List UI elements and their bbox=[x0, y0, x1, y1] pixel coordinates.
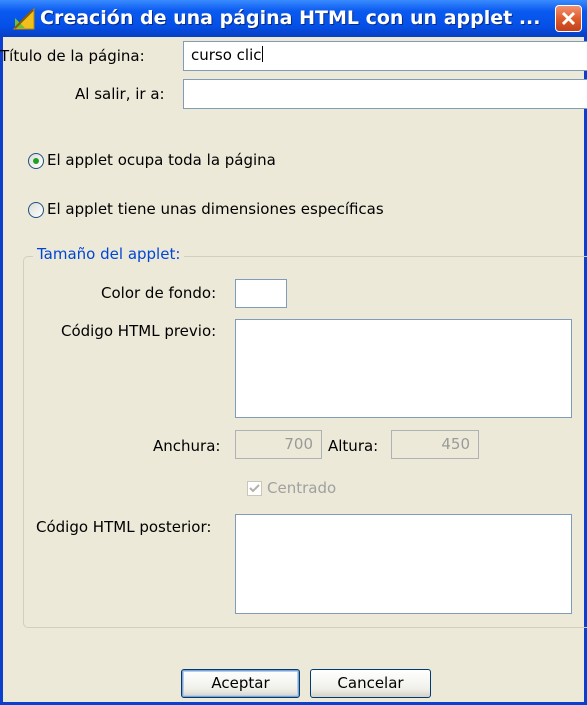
width-label: Anchura: bbox=[153, 437, 221, 455]
width-input[interactable]: 700 bbox=[235, 430, 322, 459]
radio-full-page-label[interactable]: El applet ocupa toda la página bbox=[47, 151, 276, 169]
exit-url-label: Al salir, ir a: bbox=[75, 85, 165, 103]
height-label: Altura: bbox=[328, 437, 379, 455]
checkmark-icon bbox=[249, 484, 260, 493]
bg-color-label: Color de fondo: bbox=[101, 284, 217, 302]
height-input[interactable]: 450 bbox=[391, 430, 479, 459]
cancel-button[interactable]: Cancelar bbox=[310, 669, 431, 698]
radio-full-page[interactable] bbox=[28, 153, 44, 169]
centered-label[interactable]: Centrado bbox=[267, 479, 336, 497]
close-icon bbox=[561, 11, 576, 26]
applet-icon bbox=[12, 7, 36, 31]
radio-specific-size-label[interactable]: El applet tiene unas dimensiones específ… bbox=[47, 200, 384, 218]
height-value: 450 bbox=[441, 435, 470, 453]
exit-url-input[interactable] bbox=[183, 79, 587, 109]
html-before-textarea[interactable] bbox=[235, 319, 572, 418]
page-title-label: Título de la página: bbox=[0, 47, 145, 65]
applet-size-legend: Tamaño del applet: bbox=[33, 245, 185, 263]
dialog-window: Creación de una página HTML con un apple… bbox=[0, 0, 587, 705]
page-title-value: curso clic bbox=[191, 46, 262, 64]
close-button[interactable] bbox=[555, 5, 582, 32]
width-value: 700 bbox=[284, 435, 313, 453]
radio-specific-size[interactable] bbox=[28, 202, 44, 218]
title-bar[interactable]: Creación de una página HTML con un apple… bbox=[0, 0, 587, 37]
bg-color-swatch[interactable] bbox=[235, 279, 287, 308]
page-title-input[interactable]: curso clic bbox=[183, 41, 587, 71]
html-after-label: Código HTML posterior: bbox=[36, 518, 212, 536]
html-before-label: Código HTML previo: bbox=[61, 322, 217, 340]
centered-checkbox[interactable] bbox=[247, 481, 262, 496]
html-after-textarea[interactable] bbox=[235, 514, 572, 614]
accept-button[interactable]: Aceptar bbox=[181, 669, 300, 698]
window-title: Creación de una página HTML con un apple… bbox=[40, 7, 541, 29]
